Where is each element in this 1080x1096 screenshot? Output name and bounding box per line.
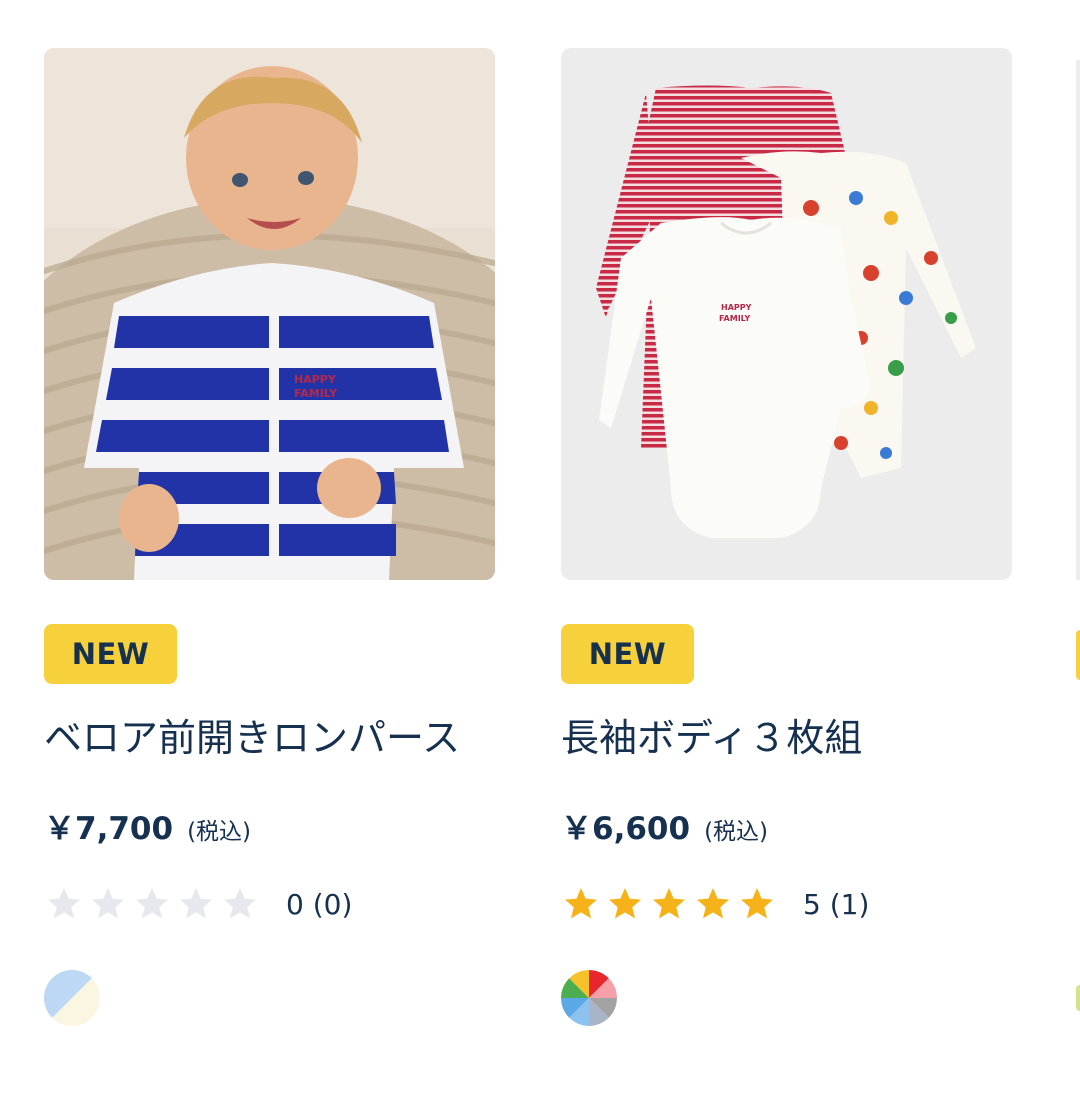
star-icon: [563, 886, 599, 922]
new-badge: NEW: [561, 624, 694, 684]
product-photo-romper: HAPPY FAMILY: [44, 48, 495, 580]
star-icon: [739, 886, 775, 922]
svg-text:HAPPY: HAPPY: [294, 373, 337, 386]
color-swatch[interactable]: [44, 970, 100, 1026]
product-image[interactable]: HAPPY FAMILY: [561, 48, 1012, 580]
star-icon: [46, 886, 82, 922]
star-rating: [44, 886, 262, 922]
product-image[interactable]: HAPPY FAMILY: [44, 48, 495, 580]
product-title[interactable]: ベロア前開きロンパース: [44, 710, 495, 766]
product-title[interactable]: 長袖ボディ３枚組: [561, 710, 1012, 766]
new-badge-partial: [1076, 630, 1080, 680]
product-photo-bodysuits: HAPPY FAMILY: [561, 48, 1012, 580]
star-icon: [607, 886, 643, 922]
color-swatch-partial: [1076, 985, 1080, 1011]
price-row: ￥6,600 (税込): [561, 803, 768, 851]
svg-text:FAMILY: FAMILY: [294, 387, 338, 400]
price-row: ￥7,700 (税込): [44, 803, 251, 851]
star-icon: [134, 886, 170, 922]
color-swatches: [561, 970, 617, 1026]
product-card[interactable]: HAPPY FAMILY NEW ベロア前開きロンパース ￥7,700 (税込)…: [44, 0, 495, 1096]
product-card-partial[interactable]: [1076, 0, 1080, 1096]
price-amount: ￥7,700: [44, 811, 174, 847]
product-card[interactable]: HAPPY FAMILY NEW 長袖ボディ３枚組 ￥6,600 (税込) 5 …: [561, 0, 1012, 1096]
svg-text:HAPPY: HAPPY: [721, 303, 752, 312]
product-grid: HAPPY FAMILY NEW ベロア前開きロンパース ￥7,700 (税込)…: [0, 0, 1080, 1096]
star-icon: [222, 886, 258, 922]
rating-count: 0 (0): [286, 887, 353, 921]
star-icon: [651, 886, 687, 922]
price-amount: ￥6,600: [561, 811, 691, 847]
star-rating: [561, 886, 779, 922]
star-icon: [695, 886, 731, 922]
star-icon: [90, 886, 126, 922]
rating-row: 0 (0): [44, 881, 352, 927]
color-swatch[interactable]: [561, 970, 617, 1026]
star-icon: [178, 886, 214, 922]
new-badge: NEW: [44, 624, 177, 684]
price-tax-label: (税込): [704, 819, 769, 845]
rating-row: 5 (1): [561, 881, 869, 927]
price-tax-label: (税込): [187, 819, 252, 845]
svg-text:FAMILY: FAMILY: [719, 314, 751, 323]
color-swatches: [44, 970, 100, 1026]
rating-count: 5 (1): [803, 887, 870, 921]
product-image-partial: [1076, 60, 1080, 580]
